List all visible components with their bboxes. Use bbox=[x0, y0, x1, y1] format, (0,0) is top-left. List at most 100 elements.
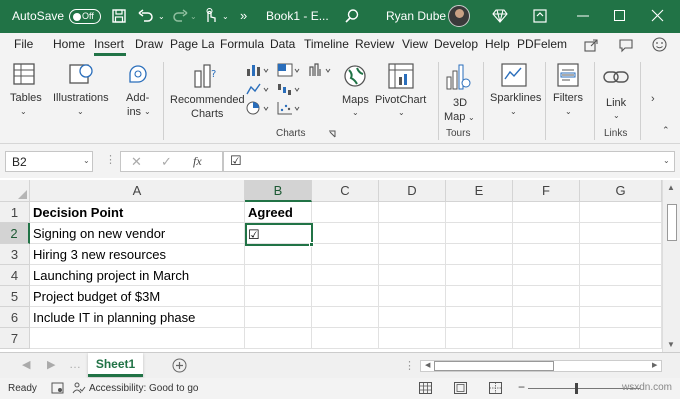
hscroll-grip-icon[interactable]: ⋮ bbox=[404, 359, 415, 372]
formula-bar-grip-icon[interactable]: ⋮ bbox=[105, 153, 116, 166]
grid-cell[interactable] bbox=[513, 328, 580, 349]
tab-timeline[interactable]: Timeline bbox=[304, 37, 349, 51]
grid-cell[interactable] bbox=[446, 244, 513, 265]
grid-cell[interactable] bbox=[580, 202, 662, 223]
row-header-5[interactable]: 5 bbox=[0, 286, 30, 307]
maps-dropdown-icon[interactable]: ⌄ bbox=[352, 108, 359, 117]
column-header-c[interactable]: C bbox=[312, 180, 379, 202]
pie-chart-icon[interactable] bbox=[246, 101, 270, 115]
cell-a2[interactable]: Signing on new vendor bbox=[30, 223, 245, 244]
scroll-left-icon[interactable]: ◀ bbox=[425, 361, 430, 369]
undo-dropdown-icon[interactable]: ⌄ bbox=[158, 12, 165, 21]
collapse-ribbon-icon[interactable]: ⌃ bbox=[662, 125, 670, 136]
redo-icon[interactable] bbox=[172, 9, 188, 23]
grid-cell[interactable] bbox=[30, 328, 245, 349]
grid-cell[interactable] bbox=[379, 202, 446, 223]
link-button[interactable]: Link bbox=[606, 97, 626, 109]
name-box[interactable]: B2 bbox=[5, 151, 93, 172]
column-header-b[interactable]: B bbox=[245, 180, 312, 202]
grid-cell[interactable] bbox=[379, 328, 446, 349]
prev-sheet-icon[interactable]: ◀ bbox=[22, 358, 30, 371]
grid-cell[interactable] bbox=[446, 286, 513, 307]
grid-cell[interactable] bbox=[513, 286, 580, 307]
share-icon[interactable] bbox=[584, 39, 598, 52]
cell-a6[interactable]: Include IT in planning phase bbox=[30, 307, 245, 328]
link-dropdown-icon[interactable]: ⌄ bbox=[613, 111, 620, 120]
horizontal-scroll-thumb[interactable] bbox=[434, 361, 554, 371]
column-header-g[interactable]: G bbox=[580, 180, 662, 202]
grid-cell[interactable] bbox=[580, 223, 662, 244]
expand-formula-bar-icon[interactable]: ⌄ bbox=[663, 156, 670, 165]
next-sheet-icon[interactable]: ▶ bbox=[47, 358, 55, 371]
tab-data[interactable]: Data bbox=[270, 37, 295, 51]
hierarchy-chart-icon[interactable] bbox=[277, 63, 301, 77]
tab-insert[interactable]: Insert bbox=[94, 37, 124, 51]
pivotchart-dropdown-icon[interactable]: ⌄ bbox=[398, 108, 405, 117]
grid-cell[interactable] bbox=[245, 265, 312, 286]
charts-launcher-icon[interactable] bbox=[328, 130, 336, 138]
touch-dropdown-icon[interactable]: ⌄ bbox=[222, 12, 229, 21]
scroll-right-icon[interactable]: ▶ bbox=[652, 361, 657, 369]
autosave-toggle[interactable]: Off bbox=[69, 9, 101, 24]
fill-handle[interactable] bbox=[309, 242, 314, 247]
cancel-icon[interactable]: ✕ bbox=[131, 154, 142, 170]
more-commands-icon[interactable]: » bbox=[240, 8, 247, 23]
minimize-icon[interactable] bbox=[577, 15, 589, 17]
page-layout-view-icon[interactable] bbox=[454, 382, 467, 394]
user-name[interactable]: Ryan Dube bbox=[386, 9, 446, 23]
line-chart-icon[interactable] bbox=[246, 82, 270, 96]
search-icon[interactable] bbox=[345, 9, 359, 23]
select-all-corner[interactable] bbox=[0, 180, 30, 202]
more-sheets-icon[interactable]: … bbox=[69, 357, 81, 371]
column-header-f[interactable]: F bbox=[513, 180, 580, 202]
name-box-dropdown-icon[interactable]: ⌄ bbox=[83, 156, 90, 165]
addins-dropdown-icon[interactable]: ⌄ bbox=[144, 107, 151, 116]
grid-cell[interactable] bbox=[513, 265, 580, 286]
cell-b2-checkbox[interactable]: ☑ bbox=[246, 224, 310, 245]
grid-cell[interactable] bbox=[446, 223, 513, 244]
close-icon[interactable] bbox=[651, 9, 664, 22]
ribbon-display-icon[interactable] bbox=[533, 9, 547, 23]
row-header-1[interactable]: 1 bbox=[0, 202, 30, 223]
worksheet-grid[interactable]: A B C D E F G 1 2 3 4 5 6 7 Decision Poi… bbox=[0, 180, 662, 352]
tab-help[interactable]: Help bbox=[485, 37, 510, 51]
grid-cell[interactable] bbox=[446, 265, 513, 286]
tables-button[interactable]: Tables bbox=[10, 92, 42, 104]
grid-cell[interactable] bbox=[312, 223, 379, 244]
row-header-7[interactable]: 7 bbox=[0, 328, 30, 349]
row-header-2[interactable]: 2 bbox=[0, 223, 30, 244]
maps-button[interactable]: Maps bbox=[342, 94, 369, 106]
illustrations-button[interactable]: Illustrations bbox=[53, 92, 109, 104]
feedback-smiley-icon[interactable] bbox=[652, 37, 667, 52]
waterfall-chart-icon[interactable] bbox=[277, 82, 301, 96]
tables-dropdown-icon[interactable]: ⌄ bbox=[20, 107, 27, 116]
accessibility-status[interactable]: Accessibility: Good to go bbox=[89, 383, 199, 394]
scroll-up-icon[interactable]: ▲ bbox=[667, 183, 675, 192]
grid-cell[interactable] bbox=[312, 202, 379, 223]
sparklines-button[interactable]: Sparklines bbox=[490, 92, 541, 104]
zoom-out-icon[interactable]: − bbox=[518, 380, 525, 394]
pivotchart-button[interactable]: PivotChart bbox=[375, 94, 426, 106]
recommended-charts-button[interactable]: Recommended bbox=[170, 94, 245, 106]
tab-file[interactable]: File bbox=[14, 37, 33, 51]
tab-view[interactable]: View bbox=[402, 37, 428, 51]
tab-page-layout[interactable]: Page Lay bbox=[170, 37, 214, 51]
grid-cell[interactable] bbox=[513, 202, 580, 223]
filters-button[interactable]: Filters bbox=[553, 92, 583, 104]
add-sheet-icon[interactable] bbox=[172, 358, 187, 373]
filters-dropdown-icon[interactable]: ⌄ bbox=[565, 107, 572, 116]
grid-cell[interactable] bbox=[446, 307, 513, 328]
grid-cell[interactable] bbox=[312, 307, 379, 328]
column-header-d[interactable]: D bbox=[379, 180, 446, 202]
cell-b1[interactable]: Agreed bbox=[245, 202, 312, 223]
grid-cell[interactable] bbox=[446, 328, 513, 349]
scroll-down-icon[interactable]: ▼ bbox=[667, 340, 675, 349]
statistic-chart-icon[interactable] bbox=[308, 63, 332, 77]
tab-home[interactable]: Home bbox=[53, 37, 85, 51]
grid-cell[interactable] bbox=[580, 328, 662, 349]
sheet-tab-sheet1[interactable]: Sheet1 bbox=[88, 353, 143, 377]
maximize-icon[interactable] bbox=[614, 10, 625, 21]
grid-cell[interactable] bbox=[580, 265, 662, 286]
cell-a1[interactable]: Decision Point bbox=[30, 202, 245, 223]
vertical-scroll-thumb[interactable] bbox=[667, 204, 677, 241]
